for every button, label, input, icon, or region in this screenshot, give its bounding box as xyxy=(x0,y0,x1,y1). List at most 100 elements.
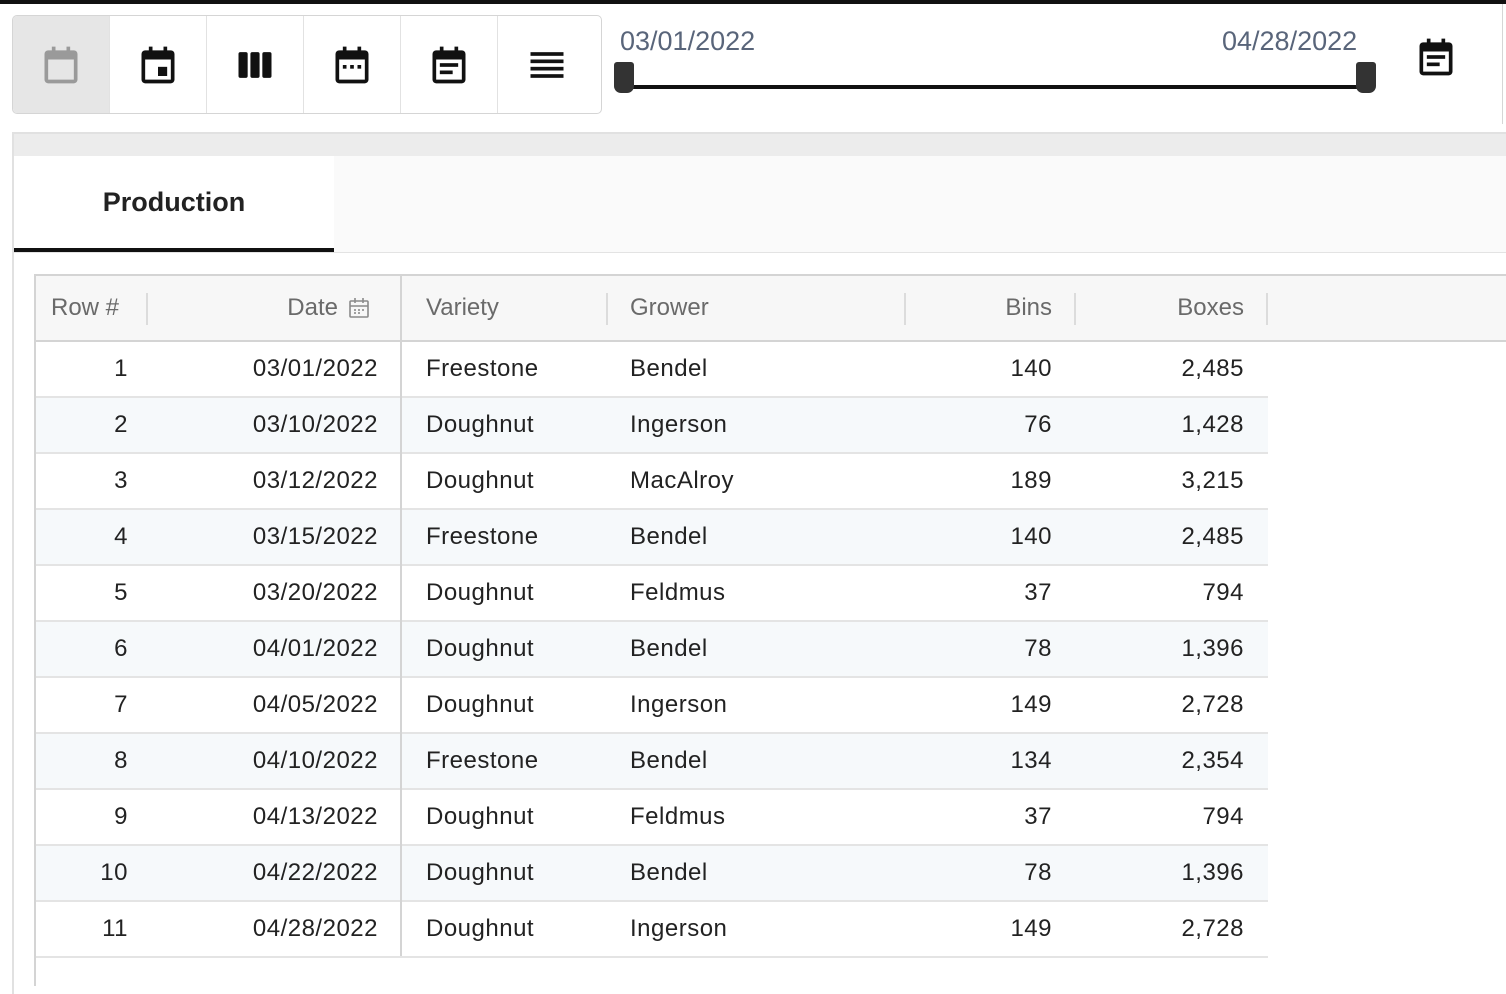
cell-bins: 149 xyxy=(1010,915,1052,942)
cell-date: 03/01/2022 xyxy=(252,355,378,382)
cell-grower: Bendel xyxy=(630,523,708,550)
cell-boxes: 2,485 xyxy=(1181,355,1244,382)
view-columns-icon xyxy=(238,51,272,78)
date-picker-button[interactable] xyxy=(1414,35,1458,79)
header-row-number[interactable]: Row # xyxy=(51,276,151,340)
table-row[interactable]: 5 03/20/2022 Doughnut Feldmus 37 794 xyxy=(36,566,1268,622)
production-grid: Row # Date Variety Grower Bins Boxes 1 0 3… xyxy=(34,274,1506,986)
table-row[interactable]: 7 04/05/2022 Doughnut Ingerson 149 2,728 xyxy=(36,678,1268,734)
view-button-blank[interactable] xyxy=(13,16,110,113)
cell-date: 03/12/2022 xyxy=(252,467,378,494)
calendar-filter-icon[interactable] xyxy=(347,296,371,320)
column-resize-handle[interactable] xyxy=(146,293,148,325)
cell-grower: Ingerson xyxy=(630,411,728,438)
cell-bins: 37 xyxy=(1024,803,1052,830)
column-resize-handle[interactable] xyxy=(1074,293,1076,325)
cell-bins: 140 xyxy=(1010,355,1052,382)
view-button-week[interactable] xyxy=(207,16,304,113)
top-border xyxy=(0,0,1506,4)
cell-date: 04/01/2022 xyxy=(252,635,378,662)
header-variety[interactable]: Variety xyxy=(426,276,606,340)
table-row[interactable]: 6 04/01/2022 Doughnut Bendel 78 1,396 xyxy=(36,622,1268,678)
cell-grower: Ingerson xyxy=(630,691,728,718)
view-button-day[interactable] xyxy=(110,16,207,113)
cell-bins: 134 xyxy=(1010,747,1052,774)
cell-boxes: 3,215 xyxy=(1181,467,1244,494)
cell-row-number: 11 xyxy=(102,915,128,942)
cell-variety: Freestone xyxy=(426,523,539,550)
table-row[interactable]: 8 04/10/2022 Freestone Bendel 134 2,354 xyxy=(36,734,1268,790)
cell-variety: Freestone xyxy=(426,747,539,774)
grid-header: Row # Date Variety Grower Bins Boxes xyxy=(36,276,1506,342)
cell-date: 03/15/2022 xyxy=(252,523,378,550)
column-resize-handle[interactable] xyxy=(606,293,608,325)
calendar-agenda-icon xyxy=(432,46,466,83)
cell-bins: 78 xyxy=(1024,859,1052,886)
cell-variety: Doughnut xyxy=(426,915,535,942)
pinned-column-divider xyxy=(400,276,402,956)
cell-bins: 189 xyxy=(1010,467,1052,494)
column-resize-handle[interactable] xyxy=(1266,293,1268,325)
table-row[interactable]: 2 03/10/2022 Doughnut Ingerson 76 1,428 xyxy=(36,398,1268,454)
cell-grower: Feldmus xyxy=(630,579,726,606)
calendar-month-icon xyxy=(335,46,369,83)
range-start-handle[interactable] xyxy=(614,62,634,93)
view-button-agenda[interactable] xyxy=(401,16,498,113)
tab-production[interactable]: Production xyxy=(14,156,334,252)
date-range-slider-track[interactable] xyxy=(624,85,1366,89)
table-row[interactable]: 3 03/12/2022 Doughnut MacAlroy 189 3,215 xyxy=(36,454,1268,510)
range-end-handle[interactable] xyxy=(1356,62,1376,93)
cell-date: 04/28/2022 xyxy=(252,915,378,942)
cell-grower: Ingerson xyxy=(630,915,728,942)
cell-boxes: 2,728 xyxy=(1181,691,1244,718)
cell-date: 04/13/2022 xyxy=(252,803,378,830)
tab-bar: Production xyxy=(14,156,1506,253)
calendar-agenda-icon xyxy=(1419,38,1453,76)
cell-date: 03/10/2022 xyxy=(252,411,378,438)
header-grower[interactable]: Grower xyxy=(630,276,900,340)
table-row[interactable]: 11 04/28/2022 Doughnut Ingerson 149 2,728 xyxy=(36,902,1268,958)
view-button-list[interactable] xyxy=(498,16,595,113)
range-start-date: 03/01/2022 xyxy=(620,26,756,56)
cell-boxes: 1,396 xyxy=(1181,635,1244,662)
cell-grower: Feldmus xyxy=(630,803,726,830)
cell-variety: Doughnut xyxy=(426,859,535,886)
cell-grower: MacAlroy xyxy=(630,467,735,494)
right-edge-divider xyxy=(1502,4,1503,124)
calendar-day-icon xyxy=(141,46,175,83)
cell-bins: 140 xyxy=(1010,523,1052,550)
cell-row-number: 5 xyxy=(114,579,128,606)
header-date[interactable]: Date xyxy=(156,276,338,340)
list-lines-icon xyxy=(530,51,563,78)
column-resize-handle[interactable] xyxy=(904,293,906,325)
cell-variety: Doughnut xyxy=(426,803,535,830)
calendar-blank-icon xyxy=(44,46,78,83)
cell-variety: Freestone xyxy=(426,355,539,382)
cell-grower: Bendel xyxy=(630,859,708,886)
cell-variety: Doughnut xyxy=(426,691,535,718)
cell-bins: 78 xyxy=(1024,635,1052,662)
view-button-month[interactable] xyxy=(304,16,401,113)
cell-row-number: 10 xyxy=(100,859,128,886)
cell-grower: Bendel xyxy=(630,355,708,382)
cell-row-number: 9 xyxy=(114,803,128,830)
header-boxes[interactable]: Boxes xyxy=(1086,276,1244,340)
cell-variety: Doughnut xyxy=(426,579,535,606)
cell-date: 03/20/2022 xyxy=(252,579,378,606)
table-row[interactable]: 9 04/13/2022 Doughnut Feldmus 37 794 xyxy=(36,790,1268,846)
cell-grower: Bendel xyxy=(630,747,708,774)
table-row[interactable]: 4 03/15/2022 Freestone Bendel 140 2,485 xyxy=(36,510,1268,566)
cell-row-number: 3 xyxy=(114,467,128,494)
cell-boxes: 1,428 xyxy=(1181,411,1244,438)
header-bins[interactable]: Bins xyxy=(916,276,1052,340)
cell-variety: Doughnut xyxy=(426,467,535,494)
cell-bins: 149 xyxy=(1010,691,1052,718)
cell-grower: Bendel xyxy=(630,635,708,662)
cell-row-number: 7 xyxy=(114,691,128,718)
cell-boxes: 2,485 xyxy=(1181,523,1244,550)
panel-header-strip xyxy=(14,134,1506,156)
table-row[interactable]: 1 03/01/2022 Freestone Bendel 140 2,485 xyxy=(36,342,1268,398)
cell-boxes: 794 xyxy=(1202,579,1244,606)
cell-date: 04/22/2022 xyxy=(252,859,378,886)
table-row[interactable]: 10 04/22/2022 Doughnut Bendel 78 1,396 xyxy=(36,846,1268,902)
